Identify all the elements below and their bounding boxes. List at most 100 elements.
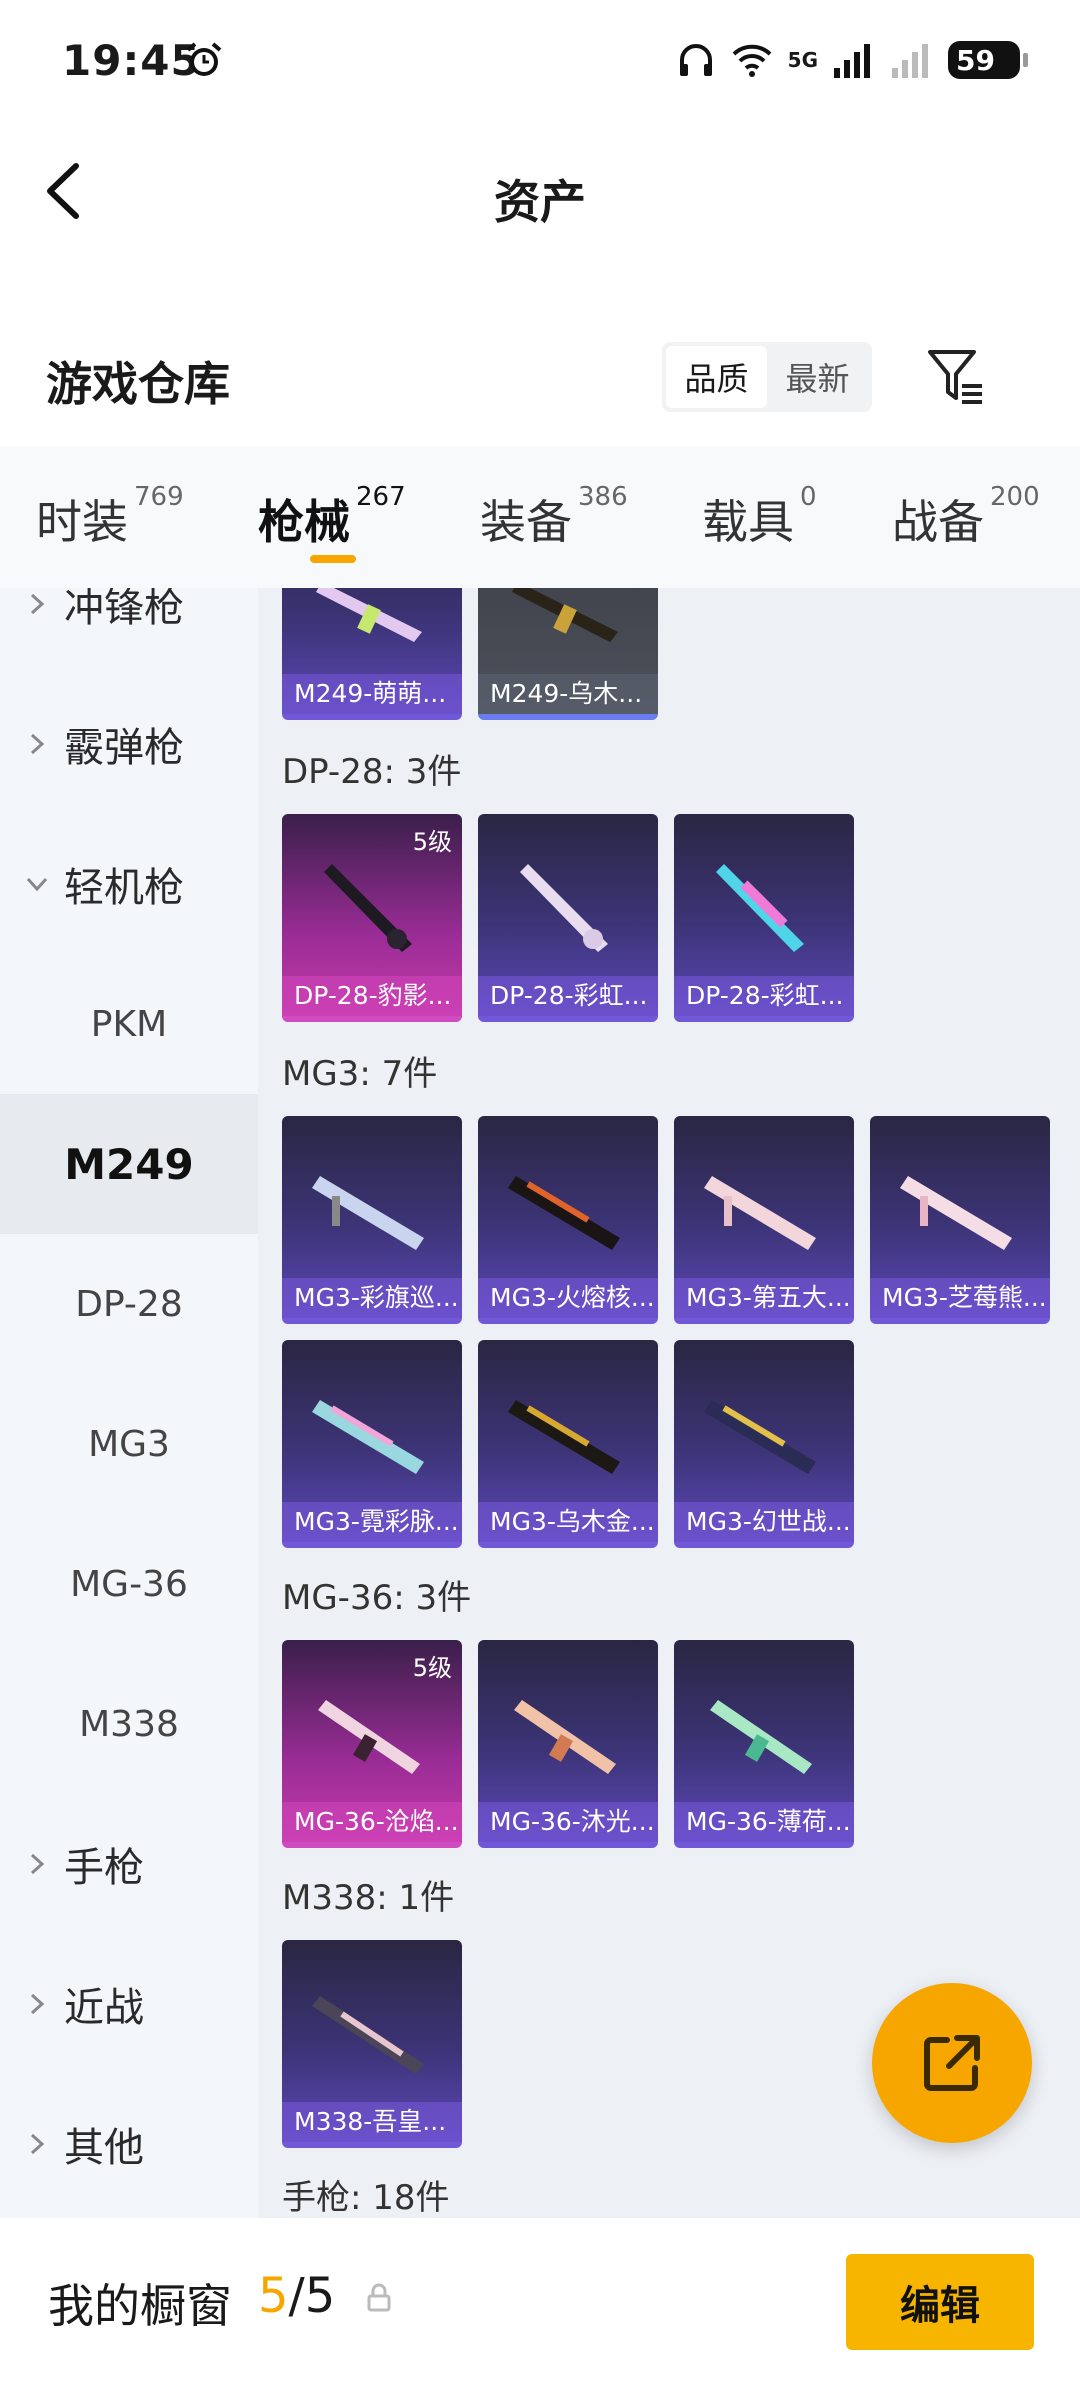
sidebar-item-label: 近战 — [64, 1985, 144, 2031]
weapon-image — [512, 588, 618, 642]
external-link-icon — [924, 2035, 980, 2091]
signal-secondary-icon — [892, 44, 928, 78]
weapon-image — [520, 864, 608, 952]
weapon-card[interactable]: MG-36-沐光... — [478, 1640, 658, 1848]
weapon-grid: M249-萌萌... M249-乌木... DP-28: 3件 5级 DP-28… — [258, 588, 1080, 2218]
status-icons: 5G 59 — [676, 38, 1028, 82]
group-label-dp28: DP-28: 3件 — [282, 752, 462, 792]
sidebar-sub-mg3[interactable]: MG3 — [0, 1374, 258, 1514]
weapon-name: M338-吾皇... — [282, 2102, 462, 2142]
weapon-name: MG3-芝莓熊... — [870, 1278, 1050, 1318]
weapon-image — [716, 864, 804, 952]
weapon-name: DP-28-彩虹... — [478, 976, 658, 1016]
weapon-card[interactable]: MG3-霓彩脉... — [282, 1340, 462, 1548]
headphones-icon — [679, 44, 712, 76]
weapon-name: MG-36-薄荷... — [674, 1802, 854, 1842]
tab-count: 386 — [578, 482, 628, 512]
sort-quality-button[interactable]: 品质 — [666, 346, 767, 408]
tab-label: 战备 — [892, 495, 984, 549]
sidebar-item-label: 霰弹枪 — [64, 725, 184, 771]
tab-label: 枪械 — [258, 495, 350, 549]
edit-button[interactable]: 编辑 — [846, 2254, 1034, 2350]
sidebar-sub-m249[interactable]: M249 — [0, 1094, 258, 1234]
sidebar-item-label: 手枪 — [64, 1845, 144, 1891]
chevron-right-icon — [30, 1993, 45, 2015]
weapon-card[interactable]: M338-吾皇... — [282, 1940, 462, 2148]
sidebar-item-melee[interactable]: 近战 — [0, 1934, 258, 2074]
weapon-image — [312, 1176, 424, 1250]
chevron-right-icon — [30, 593, 45, 615]
weapon-name: MG3-幻世战... — [674, 1502, 854, 1542]
tab-firearms[interactable]: 枪械 267 — [258, 482, 406, 552]
weapon-image — [900, 1176, 1012, 1250]
weapon-image — [704, 1400, 816, 1474]
weapon-card[interactable]: MG-36-薄荷... — [674, 1640, 854, 1848]
active-tab-indicator — [310, 555, 356, 563]
chevron-down-icon — [26, 877, 48, 892]
weapon-card[interactable]: MG3-幻世战... — [674, 1340, 854, 1548]
weapon-name: MG-36-沐光... — [478, 1802, 658, 1842]
group-label-m338: M338: 1件 — [282, 1878, 455, 1918]
tab-equipment[interactable]: 装备 386 — [480, 482, 628, 552]
sidebar-sub-pkm[interactable]: PKM — [0, 954, 258, 1094]
weapon-card[interactable]: 5级 DP-28-豹影... — [282, 814, 462, 1022]
weapon-name: MG3-霓彩脉... — [282, 1502, 462, 1542]
weapon-card[interactable]: DP-28-彩虹... — [478, 814, 658, 1022]
group-label-mg3: MG3: 7件 — [282, 1054, 438, 1094]
weapon-card[interactable]: MG3-芝莓熊... — [870, 1116, 1050, 1324]
weapon-card[interactable]: DP-28-彩虹... — [674, 814, 854, 1022]
sidebar-item-smg[interactable]: 冲锋枪 — [0, 588, 258, 674]
group-label-mg36: MG-36: 3件 — [282, 1578, 472, 1618]
weapon-card[interactable]: M249-乌木... — [478, 588, 658, 720]
weapon-card[interactable]: MG3-彩旗巡... — [282, 1116, 462, 1324]
showcase-current: 5 — [258, 2268, 289, 2324]
weapon-image — [316, 588, 422, 642]
group-label-pistol: 手枪: 18件 — [282, 2178, 450, 2218]
tab-supplies[interactable]: 战备 200 — [892, 482, 1040, 552]
battery-indicator: 59 — [948, 41, 1028, 79]
sort-toggle: 品质 最新 — [662, 342, 872, 412]
tab-count: 200 — [990, 482, 1040, 512]
tab-count: 769 — [134, 482, 184, 512]
weapon-image — [710, 1700, 812, 1774]
chevron-right-icon — [30, 1853, 45, 1875]
status-time: 19:45 — [62, 36, 201, 85]
tab-label: 装备 — [480, 495, 572, 549]
weapon-name: DP-28-豹影... — [282, 976, 462, 1016]
weapon-image — [704, 1176, 816, 1250]
sidebar-item-pistol[interactable]: 手枪 — [0, 1794, 258, 1934]
weapon-card[interactable]: MG3-乌木金... — [478, 1340, 658, 1548]
share-button[interactable] — [872, 1983, 1032, 2143]
sidebar-sub-mg36[interactable]: MG-36 — [0, 1514, 258, 1654]
weapon-name: MG3-彩旗巡... — [282, 1278, 462, 1318]
chevron-right-icon — [30, 733, 45, 755]
sidebar-sub-m338[interactable]: M338 — [0, 1654, 258, 1794]
tab-vehicles[interactable]: 载具 0 — [702, 482, 817, 552]
tab-label: 时装 — [36, 495, 128, 549]
sidebar-item-label: 轻机枪 — [64, 865, 184, 911]
network-type: 5G — [787, 48, 818, 72]
sidebar-item-other[interactable]: 其他 — [0, 2074, 258, 2214]
weapon-card[interactable]: MG3-第五大... — [674, 1116, 854, 1324]
showcase-total: /5 — [288, 2268, 336, 2324]
sidebar-item-label: 其他 — [64, 2125, 144, 2171]
weapon-card[interactable]: 5级 MG-36-沧焰... — [282, 1640, 462, 1848]
weapon-card[interactable]: M249-萌萌... — [282, 588, 462, 720]
weapon-image — [514, 1700, 616, 1774]
tab-fashion[interactable]: 时装 769 — [36, 482, 184, 552]
tab-count: 267 — [356, 482, 406, 512]
alarm-icon — [186, 42, 222, 76]
weapon-name: MG3-第五大... — [674, 1278, 854, 1318]
sort-latest-button[interactable]: 最新 — [767, 346, 868, 408]
sidebar-item-lmg[interactable]: 轻机枪 — [0, 814, 258, 954]
weapon-image — [324, 864, 412, 952]
tab-count: 0 — [800, 482, 817, 512]
sidebar-item-shotgun[interactable]: 霰弹枪 — [0, 674, 258, 814]
weapon-name: MG3-火熔核... — [478, 1278, 658, 1318]
filter-icon[interactable] — [924, 342, 988, 412]
weapon-card[interactable]: MG3-火熔核... — [478, 1116, 658, 1324]
status-bar: 19:45 5G 59 — [0, 0, 1080, 120]
sidebar-sub-dp28[interactable]: DP-28 — [0, 1234, 258, 1374]
wifi-icon — [732, 44, 772, 77]
header: 资产 — [0, 120, 1080, 260]
